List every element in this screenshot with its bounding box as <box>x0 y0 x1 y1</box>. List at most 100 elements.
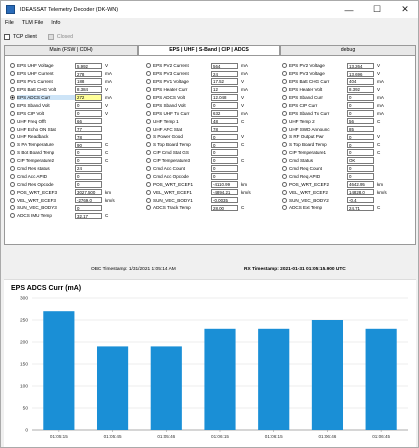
telemetry-row[interactable]: EPS PV2 Voltage 13.264 V <box>282 62 416 70</box>
telemetry-radio[interactable] <box>282 197 287 203</box>
telemetry-row[interactable]: Cmd Res Opcode 0 <box>10 180 144 188</box>
telemetry-row[interactable]: Cmd Res status 24 <box>10 165 144 173</box>
telemetry-row[interactable]: VEL_WRT_ECEF1 -4894.21 km/s <box>146 188 280 196</box>
telemetry-radio[interactable] <box>146 102 151 108</box>
telemetry-radio[interactable] <box>10 63 15 69</box>
telemetry-radio[interactable] <box>282 166 287 172</box>
telemetry-radio[interactable] <box>10 71 15 77</box>
telemetry-radio[interactable] <box>10 150 15 156</box>
telemetry-radio[interactable] <box>146 205 151 211</box>
telemetry-row[interactable]: ADCS Track Temp 28.00 C <box>146 204 280 212</box>
telemetry-row[interactable]: EPS PV3 Voltage 13.696 V <box>282 70 416 78</box>
telemetry-row[interactable]: SUN_VEC_BODY2 -0.4 <box>282 196 416 204</box>
telemetry-radio[interactable] <box>282 205 287 211</box>
telemetry-radio[interactable] <box>146 158 151 164</box>
telemetry-radio[interactable] <box>10 173 15 179</box>
telemetry-row[interactable]: Cmd Acc Opcode 0 <box>146 172 280 180</box>
telemetry-radio[interactable] <box>146 173 151 179</box>
telemetry-radio[interactable] <box>10 166 15 172</box>
telemetry-row[interactable]: EPS Batt CHG Volt 8.384 V <box>10 86 144 94</box>
telemetry-radio[interactable] <box>10 142 15 148</box>
telemetry-radio[interactable] <box>282 173 287 179</box>
telemetry-row[interactable]: EPS UHF Voltage 5.992 V <box>10 62 144 70</box>
telemetry-radio[interactable] <box>282 158 287 164</box>
telemetry-row[interactable]: EPS UHF Tx Curr 632 mA <box>146 109 280 117</box>
telemetry-radio[interactable] <box>146 87 151 93</box>
telemetry-row[interactable]: EPS PV1 Current 188 mA <box>10 78 144 86</box>
telemetry-row[interactable]: UHF Readback 78 <box>10 133 144 141</box>
telemetry-radio[interactable] <box>10 126 15 132</box>
telemetry-row[interactable]: VEL_WRT_ECEF2 14828.0 km/s <box>282 188 416 196</box>
telemetry-row[interactable]: EPS PV2 Current 564 mA <box>146 62 280 70</box>
telemetry-row[interactable]: CIP Cmd Stat GS 0 <box>146 149 280 157</box>
telemetry-radio[interactable] <box>10 102 15 108</box>
telemetry-row[interactable]: UHF Echo ON Stat 77 <box>10 125 144 133</box>
telemetry-radio[interactable] <box>282 95 287 100</box>
telemetry-row[interactable]: EPS UHF Current 278 mA <box>10 70 144 78</box>
telemetry-radio[interactable] <box>146 142 151 148</box>
telemetry-radio[interactable] <box>146 110 151 116</box>
telemetry-radio[interactable] <box>10 87 15 93</box>
telemetry-row[interactable]: UHF SWD Announc 85 <box>282 125 416 133</box>
telemetry-radio[interactable] <box>10 95 15 100</box>
menu-tlm-file[interactable]: TLM File <box>22 20 43 30</box>
telemetry-radio[interactable] <box>282 71 287 77</box>
telemetry-radio[interactable] <box>146 71 151 77</box>
minimize-button[interactable]: — <box>335 1 363 18</box>
telemetry-row[interactable]: UHF Temp 1 48 C <box>146 117 280 125</box>
telemetry-row[interactable]: S Top Board Temp 0 C <box>146 141 280 149</box>
tab-eps-uhf-sband-cip-adcs[interactable]: EPS | UHF | S-Band | CIP | ADCS <box>138 45 280 55</box>
telemetry-radio[interactable] <box>10 197 15 203</box>
telemetry-radio[interactable] <box>10 213 15 219</box>
telemetry-radio[interactable] <box>282 79 287 85</box>
telemetry-radio[interactable] <box>146 197 151 203</box>
telemetry-radio[interactable] <box>10 134 15 140</box>
telemetry-radio[interactable] <box>10 189 15 195</box>
telemetry-radio[interactable] <box>282 118 287 124</box>
telemetry-row[interactable]: EPS ADCS Volt 12.048 V <box>146 94 280 102</box>
telemetry-row[interactable]: Cmd Req APID 0 <box>282 172 416 180</box>
telemetry-row[interactable]: ADCS Ext Temp 24.71 C <box>282 204 416 212</box>
telemetry-radio[interactable] <box>146 134 151 140</box>
telemetry-row[interactable]: EPS ADCS Curr 272 mA <box>10 94 144 102</box>
telemetry-radio[interactable] <box>282 63 287 69</box>
telemetry-radio[interactable] <box>146 166 151 172</box>
telemetry-radio[interactable] <box>10 158 15 164</box>
telemetry-row[interactable]: EPS Batt CHG Curr 404 mA <box>282 78 416 86</box>
telemetry-row[interactable]: CIP Temperature2 0 C <box>10 157 144 165</box>
menu-file[interactable]: File <box>5 20 14 30</box>
telemetry-radio[interactable] <box>146 181 151 187</box>
telemetry-row[interactable]: EPS Sband Volt 0 V <box>146 101 280 109</box>
telemetry-radio[interactable] <box>282 87 287 93</box>
telemetry-radio[interactable] <box>146 79 151 85</box>
telemetry-radio[interactable] <box>282 150 287 156</box>
telemetry-row[interactable]: EPS Sband Volt 0 V <box>10 101 144 109</box>
telemetry-radio[interactable] <box>282 134 287 140</box>
telemetry-row[interactable]: EPS Sband Curr 0 mA <box>282 94 416 102</box>
telemetry-row[interactable]: S Bot Board Temp 0 C <box>10 149 144 157</box>
telemetry-row[interactable]: VEL_WRT_ECEF3 -2769.0 km/s <box>10 196 144 204</box>
telemetry-row[interactable]: S RF Output Pwr 0 V <box>282 133 416 141</box>
telemetry-row[interactable]: UHF Freq Offt 66 <box>10 117 144 125</box>
telemetry-row[interactable]: EPS PV1 Voltage 17.52 V <box>146 78 280 86</box>
telemetry-row[interactable]: POS_WRT_ECEF3 3027.500 km <box>10 188 144 196</box>
telemetry-row[interactable]: Cmd Req Count 0 <box>282 165 416 173</box>
telemetry-radio[interactable] <box>282 189 287 195</box>
telemetry-row[interactable]: S Power Good 0 V <box>146 133 280 141</box>
telemetry-radio[interactable] <box>146 126 151 132</box>
tab-debug[interactable]: debug <box>280 45 416 55</box>
maximize-button[interactable]: ☐ <box>363 1 391 18</box>
telemetry-row[interactable]: Cmd Acc APID 0 <box>10 172 144 180</box>
telemetry-row[interactable]: ADCS IMU Temp 32.17 C <box>10 212 144 220</box>
telemetry-row[interactable]: EPS CIP Curr 0 mA <box>282 101 416 109</box>
telemetry-radio[interactable] <box>282 142 287 148</box>
telemetry-row[interactable]: SUN_VEC_BODY3 0 <box>10 204 144 212</box>
telemetry-row[interactable]: EPS Heater Volt 8.392 V <box>282 86 416 94</box>
telemetry-row[interactable]: SUN_VEC_BODY1 -0.0035 <box>146 196 280 204</box>
telemetry-radio[interactable] <box>146 118 151 124</box>
telemetry-radio[interactable] <box>10 79 15 85</box>
telemetry-row[interactable]: CIP Temperature1 0 C <box>282 149 416 157</box>
tab-main[interactable]: Main (FSW | CDH) <box>4 45 138 55</box>
telemetry-row[interactable]: CIP Temperature3 0 C <box>146 157 280 165</box>
telemetry-radio[interactable] <box>10 181 15 187</box>
